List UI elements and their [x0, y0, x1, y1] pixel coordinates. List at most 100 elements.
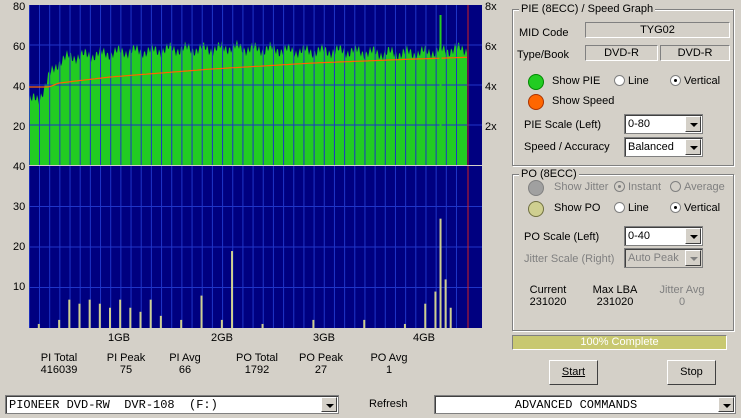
jitter-avg: Jitter Avg 0 [652, 284, 712, 308]
pie-speed-graph [29, 5, 482, 165]
po-bar [149, 299, 152, 328]
progress-text: 100% Complete [580, 336, 659, 348]
po-bar [180, 319, 183, 328]
show-po-label[interactable]: Show PO [554, 202, 600, 214]
stop-label: Stop [680, 366, 703, 378]
bottom-y-tick-40: 40 [13, 161, 26, 173]
stat-po-peak: PO Peak 27 [291, 352, 351, 376]
top-y-tick-40: 40 [13, 81, 26, 93]
progress-bar: 100% Complete [512, 335, 727, 350]
top-y2-tick-4x: 4x [485, 81, 497, 93]
po-bar [424, 303, 427, 328]
jitter-scale-value: Auto Peak [628, 252, 679, 264]
stat-value: 75 [119, 364, 133, 376]
current-label: Current [529, 284, 567, 296]
po-bar [403, 323, 406, 328]
po-scale-label: PO Scale (Left) [524, 231, 600, 243]
stat-value: 416039 [40, 364, 78, 376]
show-pie-label[interactable]: Show PIE [552, 75, 600, 87]
jitter-average-label: Average [684, 181, 725, 193]
x-tick-3gb: 3GB [313, 332, 336, 344]
po-bar [444, 279, 447, 328]
advanced-commands-select[interactable]: ADVANCED COMMANDS [434, 395, 736, 414]
po-bar [439, 218, 442, 328]
pie-line-label[interactable]: Line [628, 75, 649, 87]
stat-pi-total: PI Total 416039 [29, 352, 89, 376]
advanced-commands-value: ADVANCED COMMANDS [514, 398, 638, 412]
speed-accuracy-select[interactable]: Balanced [624, 137, 703, 157]
stop-button[interactable]: Stop [667, 360, 716, 385]
x-tick-2gb: 2GB [211, 332, 234, 344]
stat-label: PI Total [40, 352, 78, 364]
top-y2-tick-2x: 2x [485, 121, 497, 133]
po-scale-value: 0-40 [628, 230, 651, 242]
po-bar [139, 311, 142, 328]
po-line-label[interactable]: Line [628, 202, 649, 214]
x-tick-4gb: 4GB [413, 332, 436, 344]
po-bar [109, 307, 111, 328]
stat-value: 27 [314, 364, 328, 376]
jitter-avg-label: Jitter Avg [659, 284, 705, 296]
po-scale-select[interactable]: 0-40 [624, 226, 703, 246]
jitter-avg-value: 0 [678, 296, 686, 308]
speed-color-swatch[interactable] [528, 94, 544, 110]
jitter-instant-label: Instant [628, 181, 662, 193]
pie-scale-select[interactable]: 0-80 [624, 114, 703, 134]
stat-label: PO Total [236, 352, 278, 364]
po-bar [129, 307, 132, 328]
po-bar [449, 307, 452, 328]
stat-label: PO Peak [298, 352, 344, 364]
mid-code-value: TYG02 [585, 22, 730, 38]
current-lba: Current 231020 [518, 284, 578, 308]
speed-accuracy-value: Balanced [628, 141, 674, 153]
pie-speed-plot [29, 5, 482, 165]
max-lba-label: Max LBA [592, 284, 638, 296]
po-bar [68, 299, 71, 328]
mid-code-label: MID Code [519, 27, 569, 39]
po-vertical-label[interactable]: Vertical [684, 202, 720, 214]
po-line-radio[interactable] [614, 202, 625, 213]
po-bar [37, 323, 40, 328]
po-color-swatch[interactable] [528, 201, 544, 217]
type-value: DVD-R [585, 45, 658, 61]
stat-label: PI Peak [106, 352, 146, 364]
po-vertical-radio[interactable] [670, 202, 681, 213]
jitter-average-radio [670, 181, 681, 192]
po-graph [29, 166, 482, 328]
pie-vertical-radio[interactable] [670, 75, 681, 86]
drive-select[interactable]: PIONEER DVD-RW DVR-108 (F:) [5, 395, 339, 414]
top-y2-tick-6x: 6x [485, 41, 497, 53]
chevron-down-icon[interactable] [685, 139, 701, 155]
po-bar [312, 319, 315, 328]
jitter-scale-select: Auto Peak [624, 248, 703, 268]
jitter-instant-radio [614, 181, 625, 192]
chevron-down-icon[interactable] [718, 397, 734, 412]
stat-value: 1 [385, 364, 393, 376]
bottom-y-tick-20: 20 [13, 241, 26, 253]
refresh-link[interactable]: Refresh [369, 398, 408, 410]
chevron-down-icon[interactable] [685, 228, 701, 244]
po-group-title: PO (8ECC) [519, 168, 579, 180]
start-button[interactable]: Start [549, 360, 598, 385]
bottom-y-tick-10: 10 [13, 281, 26, 293]
current-value: 231020 [529, 296, 567, 308]
po-plot [29, 166, 482, 328]
pie-vertical-label[interactable]: Vertical [684, 75, 720, 87]
po-bar [363, 319, 366, 328]
stat-value: 1792 [244, 364, 270, 376]
stat-label: PI Avg [169, 352, 201, 364]
po-bar [200, 295, 203, 328]
pie-scale-label: PIE Scale (Left) [524, 119, 602, 131]
po-bar [261, 323, 264, 328]
po-bar [231, 251, 234, 328]
chevron-down-icon[interactable] [321, 397, 337, 412]
stat-po-total: PO Total 1792 [227, 352, 287, 376]
pie-line-radio[interactable] [614, 75, 625, 86]
show-speed-label[interactable]: Show Speed [552, 95, 614, 107]
pie-color-swatch[interactable] [528, 74, 544, 90]
chevron-down-icon[interactable] [685, 116, 701, 132]
pie-scale-value: 0-80 [628, 118, 651, 130]
jitter-scale-label: Jitter Scale (Right) [524, 253, 615, 265]
chevron-down-icon [685, 250, 701, 266]
stat-label: PO Avg [370, 352, 408, 364]
